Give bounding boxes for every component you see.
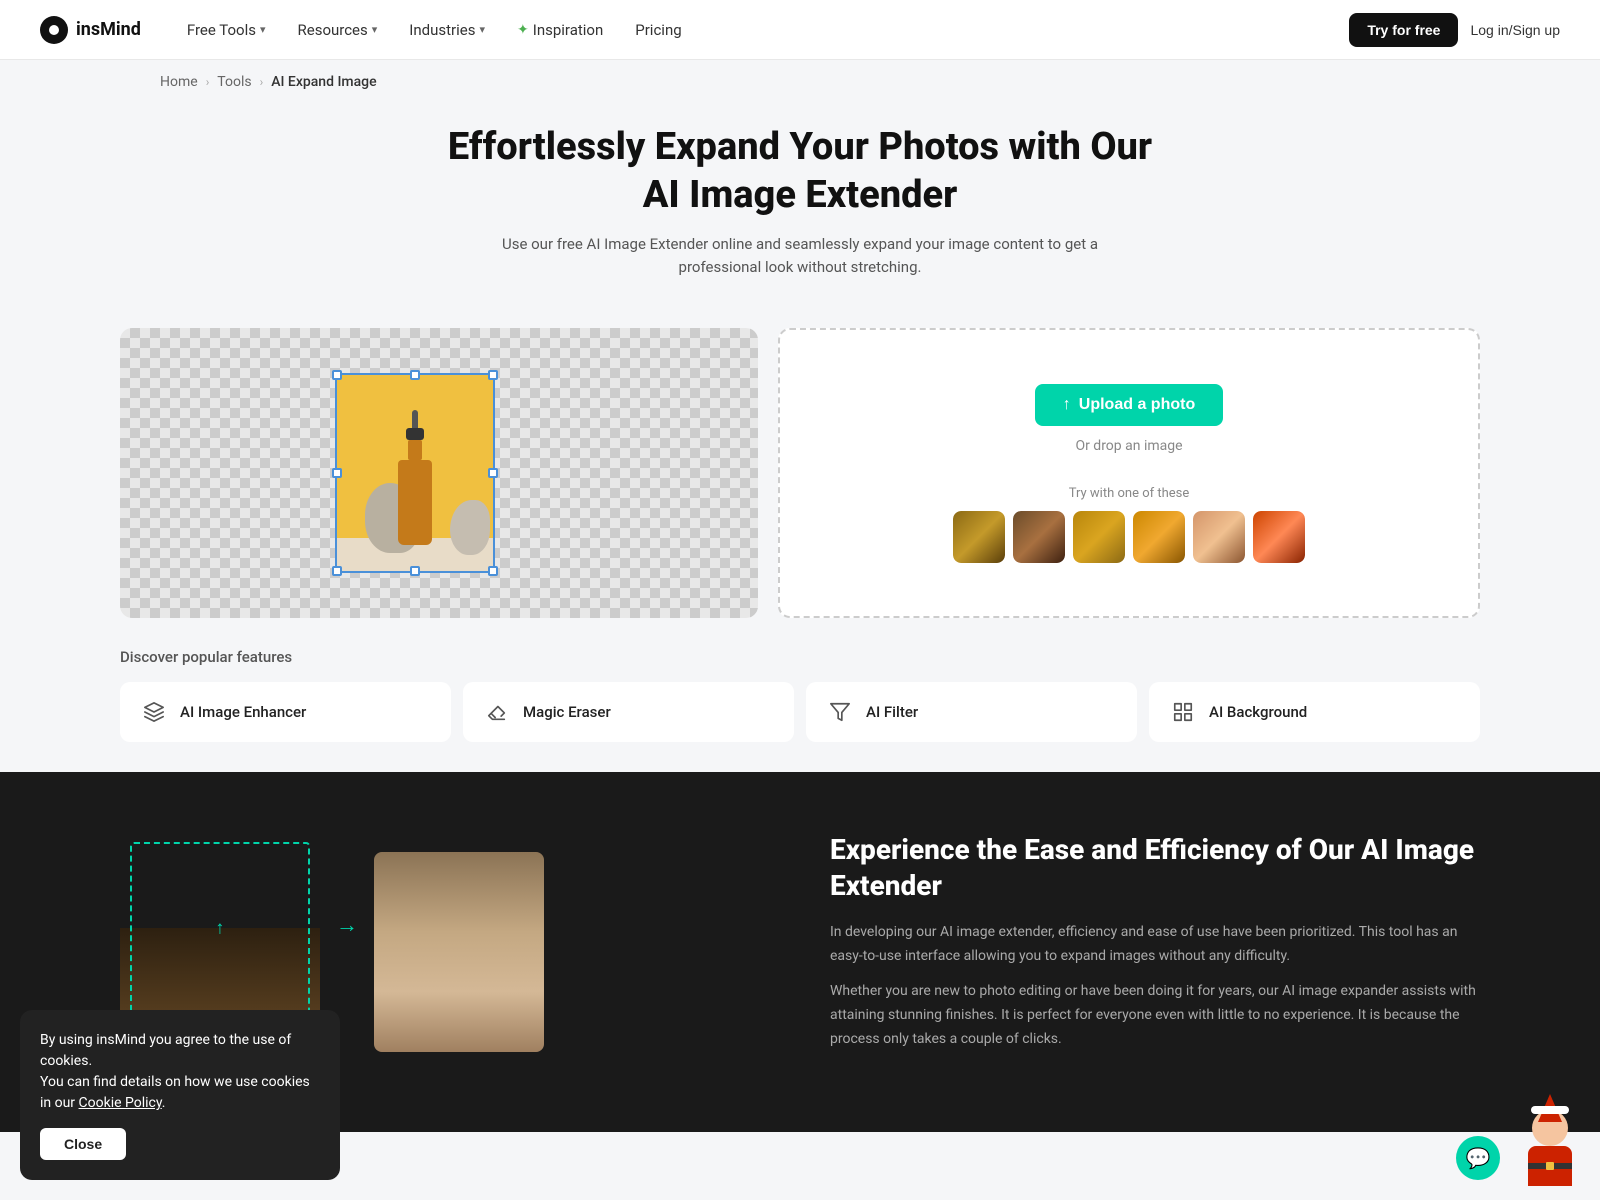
login-button[interactable]: Log in/Sign up [1470,22,1560,38]
breadcrumb-sep-1: › [206,75,210,89]
santa-body [1528,1146,1572,1186]
layers-icon [140,698,168,726]
upload-panel[interactable]: ↑ Upload a photo Or drop an image Try wi… [778,328,1480,618]
sample-image-1[interactable] [953,511,1005,563]
try-for-free-button[interactable]: Try for free [1349,13,1458,47]
lower-title: Experience the Ease and Efficiency of Ou… [830,832,1480,905]
star-icon: ✦ [517,22,529,38]
filter-icon [826,698,854,726]
cookie-text: By using insMind you agree to the use of… [40,1030,320,1114]
hero-title: Effortlessly Expand Your Photos with Our… [425,124,1175,219]
nav-actions: Try for free Log in/Sign up [1349,13,1560,47]
features-section: Discover popular features AI Image Enhan… [0,648,1600,772]
product-image-container [335,373,495,573]
upload-icon: ↑ [1063,396,1071,414]
logo-text: insMind [76,19,141,40]
chat-icon: 💬 [1466,1146,1491,1170]
bottle-cap [406,428,424,440]
lower-para-1: In developing our AI image extender, eff… [830,921,1480,969]
lower-para-2: Whether you are new to photo editing or … [830,980,1480,1051]
sample-image-3[interactable] [1073,511,1125,563]
breadcrumb-current: AI Expand Image [271,74,376,90]
try-these-label: Try with one of these [953,486,1305,501]
nav-industries[interactable]: Industries ▾ [395,13,499,47]
nav-pricing[interactable]: Pricing [621,13,695,47]
bottle-neck [408,440,422,460]
cookie-policy-link[interactable]: Cookie Policy [79,1095,162,1111]
breadcrumb: Home › Tools › AI Expand Image [0,60,1600,104]
transform-arrow: → [336,912,358,938]
santa-buckle [1546,1162,1554,1170]
santa-head [1532,1110,1568,1146]
feature-ai-background[interactable]: AI Background [1149,682,1480,742]
lower-text: Experience the Ease and Efficiency of Ou… [830,832,1480,1064]
feature-ai-image-enhancer[interactable]: AI Image Enhancer [120,682,451,742]
sample-image-2[interactable] [1013,511,1065,563]
chevron-down-icon: ▾ [479,23,485,36]
rock-right [450,500,490,555]
chat-button[interactable]: 💬 [1456,1136,1500,1180]
lower-image-after-content [374,852,544,1052]
navbar: insMind Free Tools ▾ Resources ▾ Industr… [0,0,1600,60]
breadcrumb-tools[interactable]: Tools [217,74,251,90]
sample-images [953,511,1305,563]
santa-belt [1528,1163,1572,1169]
grid-icon [1169,698,1197,726]
hero-subtitle: Use our free AI Image Extender online an… [460,233,1140,278]
nav-inspiration[interactable]: ✦ Inspiration [503,13,617,47]
upload-button[interactable]: ↑ Upload a photo [1035,384,1223,426]
logo[interactable]: insMind [40,16,141,44]
preview-panel [120,328,758,618]
tool-area: ↑ Upload a photo Or drop an image Try wi… [0,308,1600,648]
features-title: Discover popular features [120,648,1480,666]
lower-image-after [374,852,544,1052]
sample-image-4[interactable] [1133,511,1185,563]
santa-hat-band [1531,1106,1569,1114]
eraser-icon [483,698,511,726]
nav-links: Free Tools ▾ Resources ▾ Industries ▾ ✦ … [173,13,1349,47]
nav-free-tools[interactable]: Free Tools ▾ [173,13,280,47]
try-these-container: Try with one of these [953,486,1305,563]
sample-image-6[interactable] [1253,511,1305,563]
product-bg [335,373,495,573]
bottle-body [398,460,432,545]
santa-character [1520,1110,1580,1190]
feature-ai-filter[interactable]: AI Filter [806,682,1137,742]
nav-resources[interactable]: Resources ▾ [284,13,392,47]
cookie-close-button[interactable]: Close [40,1128,126,1160]
expand-icon: ↑ [216,918,225,939]
chevron-down-icon: ▾ [260,23,266,36]
drop-label: Or drop an image [1075,438,1182,454]
sample-image-5[interactable] [1193,511,1245,563]
chevron-down-icon: ▾ [372,23,378,36]
breadcrumb-home[interactable]: Home [160,74,198,90]
feature-magic-eraser[interactable]: Magic Eraser [463,682,794,742]
cookie-banner: By using insMind you agree to the use of… [20,1010,340,1180]
hero-section: Effortlessly Expand Your Photos with Our… [0,104,1600,308]
logo-icon [40,16,68,44]
breadcrumb-sep-2: › [260,75,264,89]
features-cards: AI Image Enhancer Magic Eraser AI Filter [120,682,1480,742]
